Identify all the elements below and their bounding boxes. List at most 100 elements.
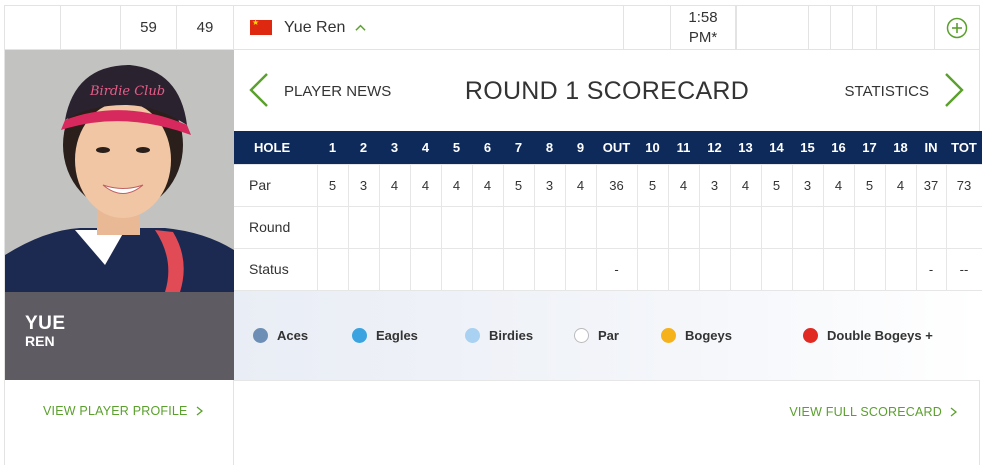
statistics-link[interactable]: STATISTICS [845, 83, 929, 100]
score-cell [378, 205, 411, 249]
score-cell [533, 205, 566, 249]
legend-label: Birdies [489, 328, 534, 343]
score-cell: 5 [760, 163, 793, 207]
score-cell [884, 205, 917, 249]
legend-item: Par [574, 328, 619, 343]
player-summary-row[interactable]: 59 49 ★ Yue Ren 1:58 PM* [4, 5, 980, 50]
blank-cell [877, 6, 935, 49]
expand-plus-icon[interactable] [946, 17, 968, 39]
blank-cell [61, 6, 121, 49]
score-cell: 3 [347, 163, 380, 207]
score-cell [471, 205, 504, 249]
hole-number-header: 7 [503, 131, 534, 164]
score-cell [791, 247, 824, 291]
hole-number-header: 18 [885, 131, 916, 164]
hole-number-header: IN [916, 131, 946, 164]
scorecard-row-round: Round [234, 205, 982, 249]
view-full-scorecard-link[interactable]: VIEW FULL SCORECARD [789, 405, 957, 419]
score-cell: 4 [822, 163, 855, 207]
player-photo: Birdie Club [5, 50, 234, 292]
score-cell [760, 205, 793, 249]
score-cell [347, 247, 380, 291]
player-card: Birdie Club YUE REN VIEW PLAYER PROFILE [4, 50, 234, 465]
player-name: Yue Ren [284, 18, 346, 36]
hole-header: HOLE [234, 131, 317, 164]
hole-number-header: 15 [792, 131, 823, 164]
score-cell [636, 247, 669, 291]
hole-number-header: 10 [637, 131, 668, 164]
blank-cell [5, 6, 61, 49]
score-cell [440, 247, 473, 291]
hole-number-header: 13 [730, 131, 761, 164]
chevron-right-icon [196, 406, 203, 416]
score-cell [471, 247, 504, 291]
score-cell: - [595, 247, 638, 291]
hole-number-header: 2 [348, 131, 379, 164]
score-cell [667, 247, 700, 291]
view-player-profile-link[interactable]: VIEW PLAYER PROFILE [43, 404, 203, 418]
score-cell: 4 [471, 163, 504, 207]
score-cell: 4 [564, 163, 597, 207]
score-cell: 4 [884, 163, 917, 207]
chevron-up-icon[interactable] [355, 22, 366, 33]
tee-time-line1: 1:58 [688, 9, 718, 26]
score-cell [409, 247, 442, 291]
chevron-right-icon [950, 407, 957, 417]
full-scorecard-label: VIEW FULL SCORECARD [789, 405, 942, 419]
scorecard-row-status: Status - - -- [234, 247, 982, 291]
legend-dot-icon [352, 328, 367, 343]
blank-cell [853, 6, 877, 49]
player-portrait-image: Birdie Club [5, 50, 234, 292]
score-cell [636, 205, 669, 249]
score-cell: 73 [945, 163, 982, 207]
row-label: Par [234, 163, 318, 207]
score-cell: 5 [853, 163, 886, 207]
scorecard-panel: PLAYER NEWS ROUND 1 SCORECARD STATISTICS… [234, 50, 982, 465]
svg-text:Birdie Club: Birdie Club [89, 84, 165, 99]
score-cell: 4 [440, 163, 473, 207]
score-cell [502, 247, 535, 291]
legend-dot-icon [803, 328, 818, 343]
score-cell [564, 247, 597, 291]
legend-label: Eagles [376, 328, 418, 343]
chevron-right-icon[interactable] [943, 72, 965, 108]
hole-number-header: 4 [410, 131, 441, 164]
score-cell [884, 247, 917, 291]
score-cell [853, 247, 886, 291]
score-cell: 4 [729, 163, 762, 207]
blank-cell [831, 6, 853, 49]
score-cell [409, 205, 442, 249]
profile-link-label: VIEW PLAYER PROFILE [43, 404, 188, 418]
hole-number-header: 6 [472, 131, 503, 164]
player-first-name: YUE [25, 313, 66, 334]
score-cell: 5 [316, 163, 349, 207]
hole-number-header: 8 [534, 131, 565, 164]
legend-dot-icon [661, 328, 676, 343]
score-cell [945, 205, 982, 249]
score-cell [316, 247, 349, 291]
player-name-toggle[interactable]: ★ Yue Ren [250, 6, 366, 49]
score-cell: 3 [698, 163, 731, 207]
hole-number-header: TOT [946, 131, 982, 164]
scorecard-header-row: HOLE 1 2 3 4 5 6 7 8 9 OUT 10 11 12 13 14 15 16 17 18 IN TOT [234, 131, 982, 164]
score-cell [378, 247, 411, 291]
score-cell [564, 205, 597, 249]
score-cell [595, 205, 638, 249]
legend-label: Double Bogeys + [827, 328, 933, 343]
score-cell [822, 247, 855, 291]
legend-label: Bogeys [685, 328, 732, 343]
hole-number-header: OUT [596, 131, 637, 164]
score-cell [915, 205, 947, 249]
row-label: Status [234, 247, 318, 291]
score-cell [760, 247, 793, 291]
hole-number-header: 17 [854, 131, 885, 164]
legend-label: Aces [277, 328, 309, 343]
score-cell: 5 [502, 163, 535, 207]
hole-number-header: 9 [565, 131, 596, 164]
score-cell: 4 [409, 163, 442, 207]
score-cell [822, 205, 855, 249]
score-cell: -- [945, 247, 982, 291]
score-cell [791, 205, 824, 249]
score-cell: 3 [533, 163, 566, 207]
legend-item: Birdies [465, 328, 533, 343]
